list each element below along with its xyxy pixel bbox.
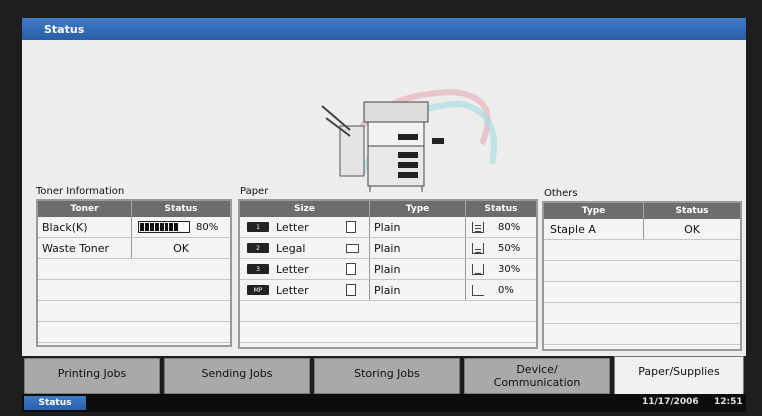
others-table-header: Type Status bbox=[544, 203, 740, 219]
window-title: Status bbox=[44, 23, 85, 36]
paper-type: Plain bbox=[370, 280, 466, 300]
tab-printing-jobs[interactable]: Printing Jobs bbox=[24, 358, 160, 394]
paper-stack-icon bbox=[472, 263, 484, 275]
empty-row bbox=[544, 282, 740, 303]
status-button[interactable]: Status bbox=[24, 396, 86, 410]
title-bar: Status bbox=[22, 18, 746, 40]
paper-size: Letter bbox=[276, 262, 309, 276]
empty-row bbox=[38, 280, 230, 301]
others-panel: Type Status Staple A OK bbox=[542, 201, 742, 351]
empty-row bbox=[544, 324, 740, 345]
paper-status-col-header: Status bbox=[484, 204, 518, 214]
printer-illustration-icon bbox=[321, 88, 497, 192]
paper-tray-row: 1 Letter Plain 80% bbox=[240, 217, 536, 238]
tab-bar: Printing Jobs Sending Jobs Storing Jobs … bbox=[22, 356, 746, 396]
toner-name: Black(K) bbox=[38, 217, 132, 237]
empty-row bbox=[240, 301, 536, 322]
others-status-col-header: Status bbox=[675, 206, 709, 216]
others-section-label: Others bbox=[544, 188, 578, 199]
paper-stack-icon bbox=[472, 221, 484, 233]
empty-row bbox=[544, 303, 740, 324]
paper-tray-icon: 2 bbox=[247, 243, 269, 253]
tab-paper-supplies[interactable]: Paper/Supplies bbox=[614, 356, 744, 396]
toner-status-col-header: Status bbox=[164, 204, 198, 214]
paper-level-label: 80% bbox=[498, 221, 521, 233]
paper-tray-row: 2 Legal Plain 50% bbox=[240, 238, 536, 259]
device-bezel: Status Toner Information Toner Status Bl… bbox=[0, 0, 762, 416]
status-time: 12:51 bbox=[714, 397, 743, 407]
paper-tray-icon: MP bbox=[247, 285, 269, 295]
empty-row bbox=[240, 322, 536, 343]
empty-row bbox=[544, 261, 740, 282]
toner-row: Black(K) 80% bbox=[38, 217, 230, 238]
paper-tray-icon: 3 bbox=[247, 264, 269, 274]
toner-section-label: Toner Information bbox=[36, 186, 125, 197]
empty-row bbox=[38, 259, 230, 280]
toner-level-bar bbox=[138, 221, 190, 233]
paper-stack-icon bbox=[472, 242, 484, 254]
toner-name: Waste Toner bbox=[38, 238, 132, 258]
paper-type-col-header: Type bbox=[370, 201, 466, 217]
empty-row bbox=[38, 301, 230, 322]
toner-row: Waste Toner OK bbox=[38, 238, 230, 259]
others-type: Staple A bbox=[544, 219, 644, 239]
paper-tray-row: 3 Letter Plain 30% bbox=[240, 259, 536, 280]
paper-section-label: Paper bbox=[240, 186, 269, 197]
tab-sending-jobs[interactable]: Sending Jobs bbox=[164, 358, 310, 394]
toner-status: OK bbox=[173, 241, 189, 255]
paper-panel: Size Type Status 1 Letter Plain 80% 2 Le… bbox=[238, 199, 538, 349]
paper-table-header: Size Type Status bbox=[240, 201, 536, 217]
paper-sheet-icon bbox=[346, 243, 359, 253]
tab-storing-jobs[interactable]: Storing Jobs bbox=[314, 358, 460, 394]
paper-stack-icon bbox=[472, 284, 484, 296]
paper-sheet-icon bbox=[346, 284, 356, 296]
others-status: OK bbox=[684, 222, 700, 236]
paper-sheet-icon bbox=[346, 263, 356, 275]
paper-size: Letter bbox=[276, 220, 309, 234]
paper-type: Plain bbox=[370, 238, 466, 258]
empty-row bbox=[544, 240, 740, 261]
others-row: Staple A OK bbox=[544, 219, 740, 240]
paper-size: Legal bbox=[276, 241, 306, 255]
paper-level-label: 50% bbox=[498, 242, 521, 254]
empty-row bbox=[38, 322, 230, 343]
paper-size: Letter bbox=[276, 283, 309, 297]
paper-level-label: 0% bbox=[498, 284, 514, 296]
paper-sheet-icon bbox=[346, 221, 356, 233]
touch-screen: Status Toner Information Toner Status Bl… bbox=[22, 18, 746, 412]
toner-col-header: Toner bbox=[38, 201, 132, 217]
toner-panel: Toner Status Black(K) 80% Waste Toner OK bbox=[36, 199, 232, 347]
status-bar: Status 11/17/2006 12:51 bbox=[22, 394, 746, 412]
paper-type: Plain bbox=[370, 217, 466, 237]
paper-size-col-header: Size bbox=[240, 201, 370, 217]
status-date: 11/17/2006 bbox=[642, 397, 699, 407]
toner-level-label: 80% bbox=[196, 221, 219, 233]
tab-device-communication[interactable]: Device/ Communication bbox=[464, 358, 610, 394]
paper-level-label: 30% bbox=[498, 263, 521, 275]
paper-tray-row: MP Letter Plain 0% bbox=[240, 280, 536, 301]
paper-type: Plain bbox=[370, 259, 466, 279]
paper-tray-icon: 1 bbox=[247, 222, 269, 232]
toner-table-header: Toner Status bbox=[38, 201, 230, 217]
others-type-col-header: Type bbox=[544, 203, 644, 219]
